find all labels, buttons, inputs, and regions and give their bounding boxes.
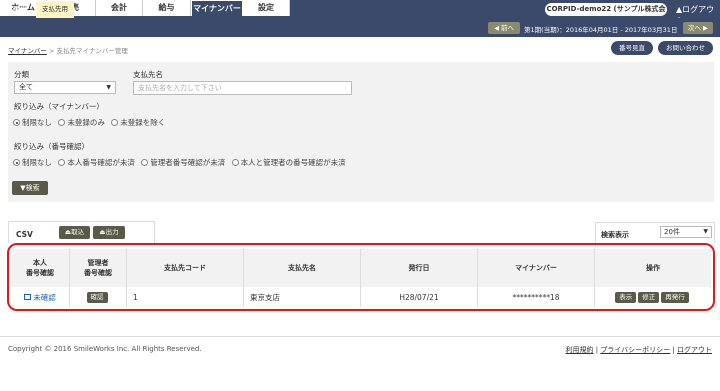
mynumber-cell: **********18 — [478, 287, 595, 307]
id-card-icon — [24, 294, 32, 300]
view-button[interactable]: 表示 — [615, 291, 637, 303]
payee-table: 本人 番号確認 管理者 番号確認 支払先コード 支払先名 発行日 マイナンバー … — [7, 243, 715, 311]
breadcrumb: マイナンバー > 支払先マイナンバー管理 — [8, 45, 128, 55]
radio-no-limit[interactable]: 制限なし — [13, 118, 52, 127]
confirm-button[interactable]: 確認 — [86, 291, 108, 303]
col-self-confirm: 本人 番号確認 — [11, 249, 70, 287]
col-actions: 操作 — [646, 264, 660, 272]
company-badge: CORPID-demo22 (サンプル株式会社) — [545, 3, 667, 26]
tab-mynumber[interactable]: マイナンバー — [191, 0, 243, 16]
contact-button[interactable]: お問い合わせ — [658, 41, 713, 55]
admin-confirm-cell: 確認 — [70, 287, 127, 307]
col-payee-name: 支払先名 — [244, 249, 361, 287]
breadcrumb-root[interactable]: マイナンバー — [8, 47, 47, 55]
payee-label: 支払先名 — [133, 70, 163, 79]
radio-confirm-no-limit[interactable]: 制限なし — [13, 158, 52, 167]
prev-period-button[interactable]: ◀ 前へ — [488, 22, 520, 34]
footer-logout-link[interactable]: ログアウト — [677, 346, 712, 354]
payee-search-input[interactable]: 支払先名を入力して下さい — [133, 81, 352, 95]
footer-sep: | — [670, 346, 677, 354]
category-label: 分類 — [14, 70, 29, 79]
category-select[interactable]: 全て ▼ — [14, 81, 116, 94]
radio-unregistered-only[interactable]: 未登録のみ — [58, 118, 105, 127]
next-period-button[interactable]: 次へ ▶ — [683, 22, 713, 34]
col-issue-date: 発行日 — [361, 249, 478, 287]
subtab-employee[interactable]: 社員用 — [4, 1, 30, 18]
issue-date-cell: H28/07/21 — [361, 287, 478, 307]
breadcrumb-current: 支払先マイナンバー管理 — [56, 47, 128, 55]
reissue-button[interactable]: 再発行 — [661, 291, 689, 303]
chevron-down-icon: ▼ — [106, 84, 111, 91]
self-confirm-cell: 未確認 — [11, 287, 70, 307]
category-value: 全て — [19, 83, 33, 91]
table-header: 本人 番号確認 管理者 番号確認 支払先コード 支払先名 発行日 マイナンバー … — [11, 249, 711, 287]
copyright: Copyright © 2016 SmileWorks Inc. All Rig… — [8, 345, 202, 353]
privacy-link[interactable]: プライバシーポリシー — [600, 346, 670, 354]
chevron-down-icon: ▼ — [703, 228, 708, 235]
radio-exclude-unregistered[interactable]: 未登録を除く — [111, 118, 165, 127]
confirm-filter-label: 絞り込み（番号確認） — [14, 142, 89, 151]
display-count-label: 検索表示 — [601, 231, 629, 239]
col-payee-code: 支払先コード — [127, 249, 244, 287]
number-review-button[interactable]: 番号見直 — [611, 41, 653, 55]
edit-button[interactable]: 修正 — [638, 291, 660, 303]
subtab-payee[interactable]: 支払先用 — [36, 1, 74, 18]
col-admin-confirm: 管理者 番号確認 — [70, 249, 127, 287]
confirm-filter-group: 制限なし 本人番号確認が未済 管理者番号確認が未済 本人と管理者の番号確認が未済 — [13, 157, 346, 168]
unconfirmed-link[interactable]: 未確認 — [33, 292, 56, 303]
tab-accounting[interactable]: 会計 — [96, 0, 143, 16]
actions-cell: 表示 修正 再発行 — [595, 287, 711, 307]
csv-export-button[interactable]: ⏏出力 — [93, 226, 125, 239]
footer-divider — [0, 336, 720, 337]
mynumber-filter-group: 制限なし 未登録のみ 未登録を除く — [13, 117, 165, 128]
radio-both-unconfirmed[interactable]: 本人と管理者の番号確認が未済 — [231, 158, 346, 167]
payee-code-cell: 1 — [127, 287, 244, 307]
footer-links: 利用規約 | プライバシーポリシー | ログアウト — [566, 345, 713, 355]
table-row: 未確認 確認 1 東京支店 H28/07/21 **********18 表示 … — [11, 287, 711, 307]
period-label: 第1期(当期)：2016年04月01日 - 2017年03月31日 — [524, 26, 678, 34]
csv-import-button[interactable]: ⏏取込 — [59, 226, 90, 239]
csv-label: CSV — [16, 230, 33, 239]
radio-self-unconfirmed[interactable]: 本人番号確認が未済 — [58, 158, 135, 167]
payee-name-cell: 東京支店 — [244, 287, 361, 307]
tab-payroll[interactable]: 給与 — [143, 0, 191, 16]
search-button[interactable]: ▼検索 — [12, 181, 48, 195]
mynumber-filter-label: 絞り込み（マイナンバー） — [14, 102, 104, 111]
radio-admin-unconfirmed[interactable]: 管理者番号確認が未済 — [141, 158, 225, 167]
display-count-select[interactable]: 20件 ▼ — [660, 226, 712, 238]
terms-link[interactable]: 利用規約 — [566, 346, 594, 354]
col-mynumber: マイナンバー — [478, 249, 595, 287]
tab-settings[interactable]: 設定 — [243, 0, 290, 16]
